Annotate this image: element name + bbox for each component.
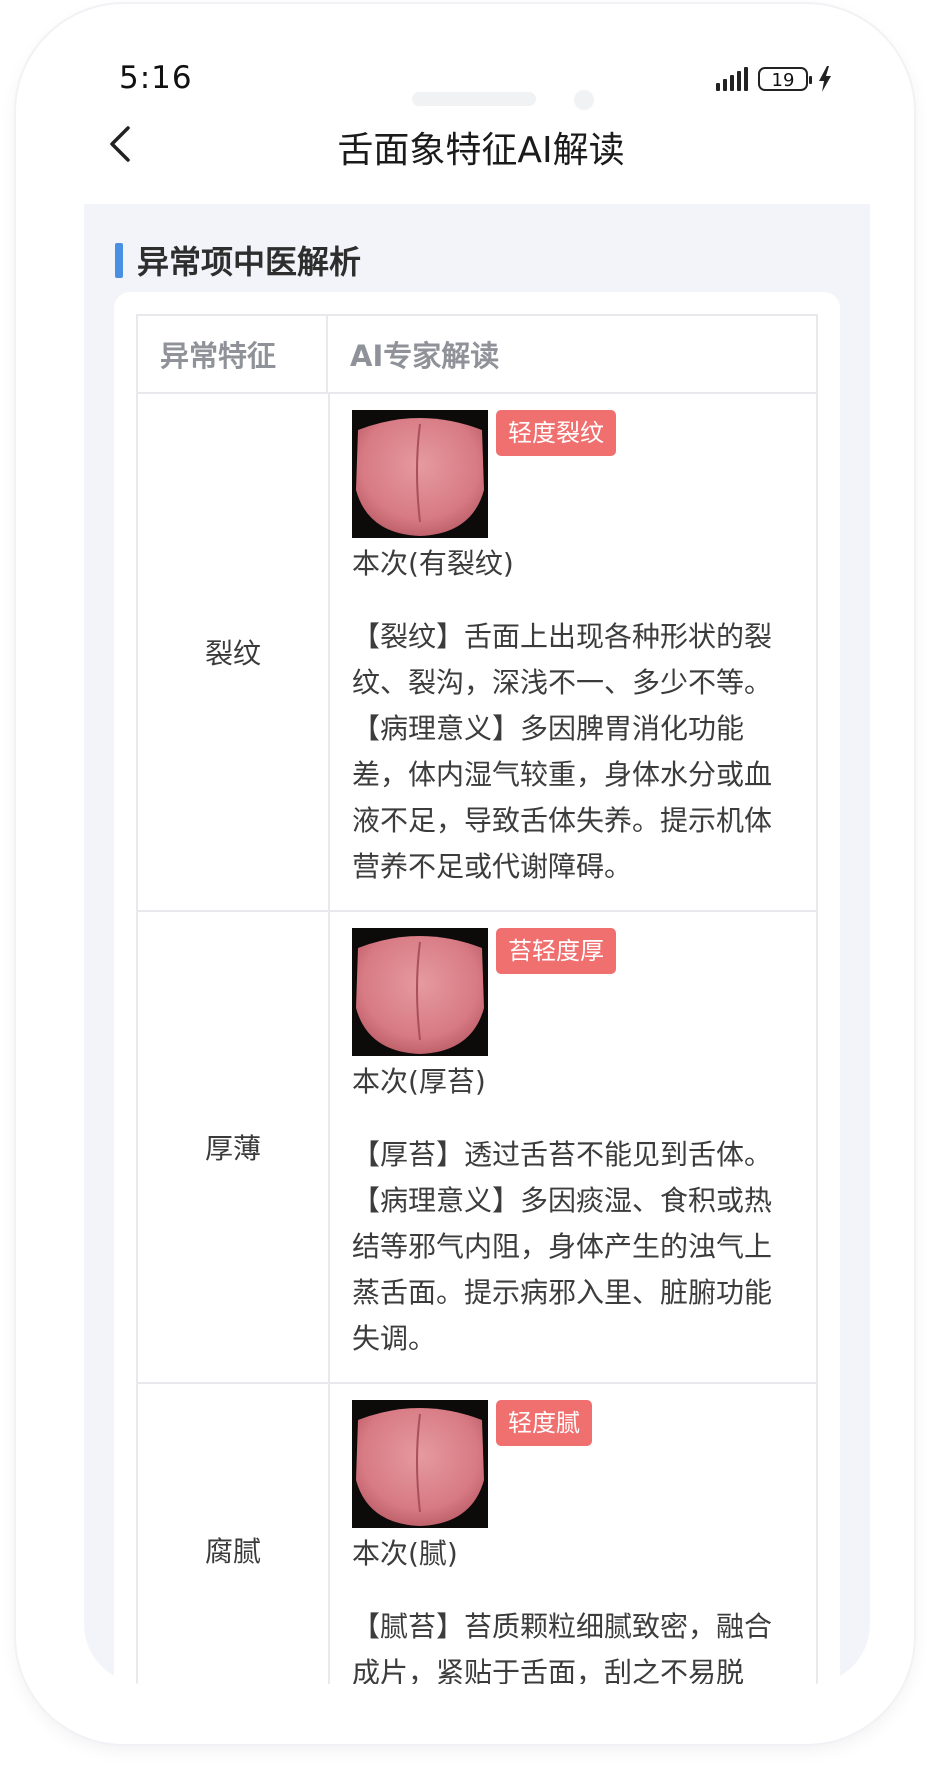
table-row: 腐腻 轻度腻 本次(腻) 【腻苔】苔质颗粒细腻致密，融合成片，紧贴于舌面，刮之不… [138, 1384, 816, 1684]
table-header: 异常特征 AI专家解读 [138, 316, 816, 394]
feature-name: 厚薄 [138, 912, 330, 1382]
page-title: 舌面象特征AI解读 [337, 130, 625, 171]
front-camera [574, 90, 594, 110]
severity-badge: 轻度裂纹 [496, 410, 616, 456]
status-time: 5:16 [119, 60, 193, 96]
tongue-image[interactable] [352, 1400, 488, 1528]
interpretation-text: 【厚苔】透过舌苔不能见到舌体。【病理意义】多因痰湿、食积或热结等邪气内阻，身体产… [352, 1138, 773, 1355]
tongue-image[interactable] [352, 928, 488, 1056]
speaker-grille [412, 92, 536, 106]
image-line: 轻度裂纹 [352, 410, 794, 538]
battery-icon: 19 [758, 67, 812, 91]
charging-icon [819, 66, 831, 92]
section-title: 异常项中医解析 [137, 243, 362, 281]
header-interpretation: AI专家解读 [350, 339, 500, 373]
image-caption: 本次(有裂纹) [352, 547, 514, 580]
severity-badge: 轻度腻 [496, 1400, 592, 1446]
image-line: 轻度腻 [352, 1400, 794, 1528]
signal-icon [716, 67, 748, 91]
image-caption: 本次(厚苔) [352, 1065, 486, 1098]
interpretation-cell: 轻度裂纹 本次(有裂纹) 【裂纹】舌面上出现各种形状的裂纹、裂沟，深浅不一、多少… [330, 394, 816, 910]
header-feature: 异常特征 [138, 316, 328, 392]
table-row: 裂纹 轻度裂纹 本次(有裂纹) 【裂纹】舌面上出现各种形状的裂纹、裂沟，深浅不一… [138, 394, 816, 912]
tongue-image[interactable] [352, 410, 488, 538]
interpretation-cell: 苔轻度厚 本次(厚苔) 【厚苔】透过舌苔不能见到舌体。【病理意义】多因痰湿、食积… [330, 912, 816, 1382]
phone-frame: 5:16 19 舌面象特征AI解读 异常项中医解析 异常特征 AI专家解读 裂纹 [16, 4, 914, 1744]
image-caption: 本次(腻) [352, 1537, 458, 1570]
content-area[interactable]: 异常项中医解析 异常特征 AI专家解读 裂纹 轻度裂纹 本次(有裂纹) 【裂纹】… [84, 204, 870, 1684]
image-line: 苔轻度厚 [352, 928, 794, 1056]
interpretation-cell: 轻度腻 本次(腻) 【腻苔】苔质颗粒细腻致密，融合成片，紧贴于舌面，刮之不易脱 [330, 1384, 816, 1684]
analysis-table: 异常特征 AI专家解读 裂纹 轻度裂纹 本次(有裂纹) 【裂纹】舌面上出现各种形… [136, 314, 818, 1684]
severity-badge: 苔轻度厚 [496, 928, 616, 974]
interpretation-text: 【腻苔】苔质颗粒细腻致密，融合成片，紧贴于舌面，刮之不易脱 [352, 1610, 773, 1684]
section-header: 异常项中医解析 [115, 237, 361, 283]
status-icons: 19 [716, 66, 832, 92]
feature-name: 腐腻 [138, 1384, 330, 1684]
interpretation-text: 【裂纹】舌面上出现各种形状的裂纹、裂沟，深浅不一、多少不等。【病理意义】多因脾胃… [352, 620, 773, 883]
analysis-card: 异常特征 AI专家解读 裂纹 轻度裂纹 本次(有裂纹) 【裂纹】舌面上出现各种形… [114, 292, 840, 1684]
table-row: 厚薄 苔轻度厚 本次(厚苔) 【厚苔】透过舌苔不能见到舌体。【病理意义】多因痰湿… [138, 912, 816, 1384]
section-accent-bar [115, 242, 123, 278]
feature-name: 裂纹 [138, 394, 330, 910]
